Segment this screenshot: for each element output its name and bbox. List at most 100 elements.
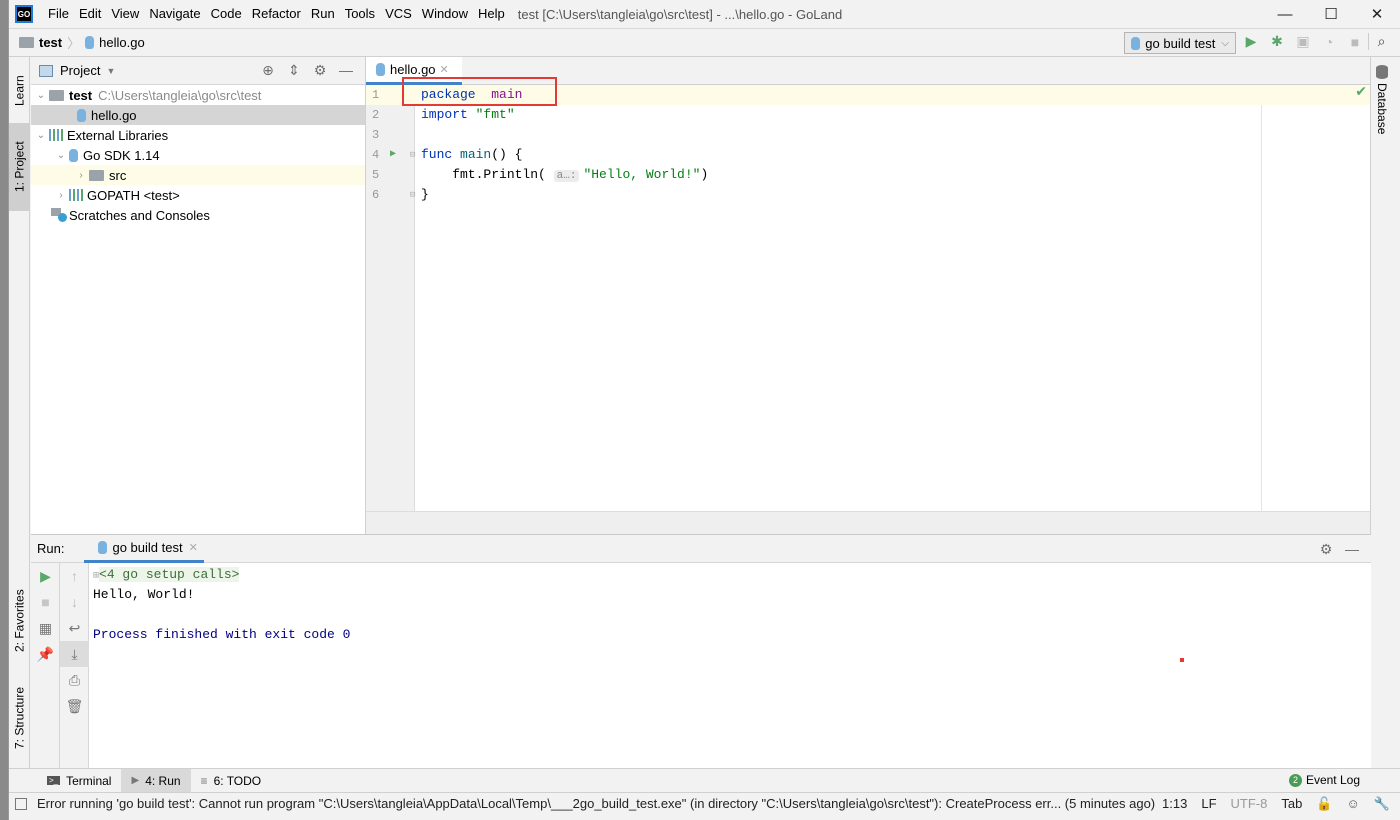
tool-tab-project[interactable]: 1: Project xyxy=(9,123,30,211)
tool-tab-todo[interactable]: ≡ 6: TODO xyxy=(191,769,272,793)
inspector-icon[interactable]: ☺ xyxy=(1347,796,1360,811)
menu-view[interactable]: View xyxy=(106,0,144,28)
run-panel-header: Run: go build test ✕ ⚙ — xyxy=(31,535,1371,563)
gear-icon[interactable]: ⚙ xyxy=(307,62,333,79)
tool-tab-favorites[interactable]: 2: Favorites xyxy=(9,577,30,665)
maximize-button[interactable]: ☐ xyxy=(1308,0,1354,28)
menu-code[interactable]: Code xyxy=(206,0,247,28)
tree-item-test[interactable]: ⌄ test C:\Users\tangleia\go\src\test xyxy=(31,85,365,105)
soft-wrap-icon[interactable]: ↩ xyxy=(60,615,89,641)
project-panel-header: Project ▼ ⊕ ⇕ ⚙ — xyxy=(31,57,365,85)
run-gutter-icon[interactable]: ▶ xyxy=(390,145,396,165)
code-line[interactable]: 4 ▶ ⊟ func main() { xyxy=(366,145,1371,165)
editor-horizontal-scrollbar[interactable] xyxy=(366,511,1371,534)
code-line[interactable]: 3 xyxy=(366,125,1371,145)
rerun-icon[interactable]: ▶ xyxy=(31,563,60,589)
code-line[interactable]: 6 ⊟} xyxy=(366,185,1371,205)
code-token: () { xyxy=(491,147,523,162)
chevron-right-icon[interactable]: › xyxy=(53,190,69,201)
menu-file[interactable]: File xyxy=(43,0,74,28)
run-configuration-select[interactable]: go build test ⌵ xyxy=(1124,32,1236,54)
chevron-down-icon[interactable]: ⌄ xyxy=(33,130,49,141)
chevron-right-icon[interactable]: › xyxy=(73,170,89,181)
chevron-down-icon[interactable]: ▼ xyxy=(106,66,115,76)
run-console-output[interactable]: ⊞<4 go setup calls> Hello, World! Proces… xyxy=(93,565,350,645)
chevron-down-icon[interactable]: ⌄ xyxy=(53,150,69,161)
project-view-select[interactable]: Project xyxy=(60,63,100,78)
menu-window[interactable]: Window xyxy=(417,0,473,28)
close-button[interactable]: ✕ xyxy=(1354,0,1400,28)
menu-tools[interactable]: Tools xyxy=(340,0,380,28)
tool-tab-database[interactable]: Database xyxy=(1371,83,1393,134)
tool-tab-run[interactable]: ▶ 4: Run xyxy=(121,768,191,793)
close-tab-icon[interactable]: ✕ xyxy=(440,63,449,76)
tree-item-scratches[interactable]: Scratches and Consoles xyxy=(31,205,365,225)
breadcrumb-project[interactable]: test xyxy=(39,35,62,50)
chevron-down-icon[interactable]: ⌄ xyxy=(33,90,49,101)
stop-icon[interactable]: ■ xyxy=(1342,34,1368,50)
database-icon xyxy=(1376,65,1388,79)
tool-tab-terminal[interactable]: >_ Terminal xyxy=(37,769,121,793)
folded-setup-calls[interactable]: <4 go setup calls> xyxy=(99,567,240,582)
run-tab-go-build-test[interactable]: go build test ✕ xyxy=(84,535,204,563)
run-icon: ▶ xyxy=(131,775,140,786)
breadcrumb-file[interactable]: hello.go xyxy=(99,35,145,50)
layout-icon[interactable]: ▦ xyxy=(31,615,60,641)
fold-icon[interactable]: ⊟ xyxy=(410,145,415,165)
indent-setting[interactable]: Tab xyxy=(1281,796,1302,811)
line-number: 2 xyxy=(372,108,380,122)
close-tab-icon[interactable]: ✕ xyxy=(189,541,198,554)
code-line[interactable]: 5 fmt.Println( a…: "Hello, World!") xyxy=(366,165,1371,185)
print-icon[interactable]: ⎙ xyxy=(60,667,89,693)
code-line[interactable]: 2 import "fmt" xyxy=(366,105,1371,125)
arrow-up-icon[interactable]: ↑ xyxy=(60,563,89,589)
tree-item-go-sdk[interactable]: ⌄ Go SDK 1.14 xyxy=(31,145,365,165)
tool-tab-structure[interactable]: 7: Structure xyxy=(9,675,30,761)
status-message[interactable]: Error running 'go build test': Cannot ru… xyxy=(37,796,1155,811)
tool-tab-learn[interactable]: Learn xyxy=(9,63,30,119)
code-area[interactable]: 1 package main 2 import "fmt" 3 4 ▶ ⊟ func main(… xyxy=(366,85,1371,511)
pin-icon[interactable]: 📌 xyxy=(31,641,60,667)
tree-item-src[interactable]: › src xyxy=(31,165,365,185)
tool-windows-toggle-icon[interactable] xyxy=(15,797,27,810)
menu-help[interactable]: Help xyxy=(473,0,510,28)
menu-edit[interactable]: Edit xyxy=(74,0,106,28)
hide-icon[interactable]: — xyxy=(1339,541,1365,558)
scroll-to-end-icon[interactable]: ⤓ xyxy=(60,641,89,667)
run-icon[interactable]: ▶ xyxy=(1238,33,1264,50)
debug-icon[interactable]: ✱ xyxy=(1264,33,1290,50)
menu-navigate[interactable]: Navigate xyxy=(144,0,205,28)
minimize-button[interactable]: — xyxy=(1262,0,1308,28)
caret-position[interactable]: 1:13 xyxy=(1162,796,1187,811)
code-text: import "fmt" xyxy=(421,105,515,125)
line-separator[interactable]: LF xyxy=(1201,796,1216,811)
locate-icon[interactable]: ⊕ xyxy=(255,62,281,79)
menu-refactor[interactable]: Refactor xyxy=(247,0,306,28)
tree-item-path: C:\Users\tangleia\go\src\test xyxy=(98,87,262,103)
collapse-all-icon[interactable]: ⇕ xyxy=(281,62,307,79)
tree-item-gopath[interactable]: › GOPATH <test> xyxy=(31,185,365,205)
wrench-icon[interactable]: 🔧 xyxy=(1374,796,1390,812)
lock-icon[interactable]: 🔓 xyxy=(1316,796,1332,812)
gear-icon[interactable]: ⚙ xyxy=(1313,541,1339,558)
stop-icon[interactable]: ■ xyxy=(31,589,60,615)
arrow-down-icon[interactable]: ↓ xyxy=(60,589,89,615)
tool-tab-database-label: Database xyxy=(1375,83,1389,135)
file-encoding[interactable]: UTF-8 xyxy=(1231,796,1268,811)
trash-icon[interactable]: 🗑 xyxy=(60,693,89,719)
tree-item-hello-go[interactable]: hello.go xyxy=(31,105,365,125)
menu-run[interactable]: Run xyxy=(306,0,340,28)
hide-icon[interactable]: — xyxy=(333,62,359,79)
line-number: 1 xyxy=(372,88,380,102)
code-token: import xyxy=(421,107,468,122)
coverage-icon[interactable]: ▣ xyxy=(1290,33,1316,50)
fold-icon[interactable]: ⊟ xyxy=(410,185,415,205)
profile-icon[interactable]: ◔ xyxy=(1316,34,1342,50)
tree-item-external-libraries[interactable]: ⌄ External Libraries xyxy=(31,125,365,145)
tool-tab-structure-label: 7: Structure xyxy=(12,686,27,750)
menu-vcs[interactable]: VCS xyxy=(380,0,417,28)
search-icon[interactable]: ⌕ xyxy=(1368,33,1394,50)
window-title: test [C:\Users\tangleia\go\src\test] - .… xyxy=(517,6,843,22)
event-log-button[interactable]: 2 Event Log xyxy=(1288,773,1360,787)
